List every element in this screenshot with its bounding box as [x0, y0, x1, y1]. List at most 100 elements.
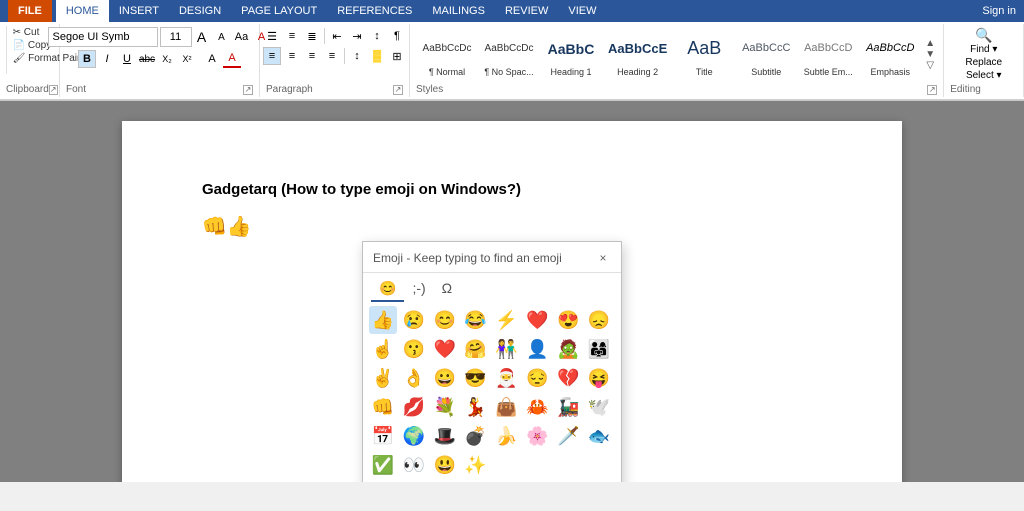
style-subtle-em[interactable]: AaBbCcD Subtle Em... [798, 28, 858, 80]
emoji-cell-42[interactable]: 😃 [431, 451, 459, 479]
review-tab[interactable]: REVIEW [495, 0, 558, 22]
font-shrink-button[interactable]: A [213, 28, 231, 46]
emoji-cell-15[interactable]: 👨‍👩‍👧 [585, 335, 613, 363]
emoji-cell-27[interactable]: 💃 [462, 393, 490, 421]
increase-indent-button[interactable]: ⇥ [348, 27, 366, 45]
style-heading2[interactable]: AaBbCcE Heading 2 [603, 28, 672, 80]
emoji-cell-0[interactable]: 👍 [369, 306, 397, 334]
emoji-cell-19[interactable]: 😎 [462, 364, 490, 392]
style-subtitle[interactable]: AaBbCcC Subtitle [736, 28, 796, 80]
font-name-input[interactable] [48, 27, 158, 47]
line-spacing-button[interactable]: ↕ [348, 47, 366, 65]
shading-button[interactable]: ▓ [368, 47, 386, 65]
emoji-cell-36[interactable]: 🍌 [493, 422, 521, 450]
superscript-button[interactable]: X² [178, 50, 196, 68]
show-marks-button[interactable]: ¶ [388, 27, 406, 45]
emoji-cell-8[interactable]: ☝️ [369, 335, 397, 363]
select-button[interactable]: Select ▾ [962, 69, 1005, 82]
emoji-tab-smiley[interactable]: 😊 [371, 277, 404, 302]
style-no-space[interactable]: AaBbCcDc ¶ No Spac... [479, 28, 539, 80]
style-emphasis[interactable]: AaBbCcD Emphasis [860, 28, 920, 80]
paste-button[interactable]: 📋 Paste [0, 26, 7, 74]
sort-button[interactable]: ↕ [368, 27, 386, 45]
emoji-cell-1[interactable]: 😢 [400, 306, 428, 334]
emoji-cell-30[interactable]: 🚂 [554, 393, 582, 421]
highlight-color-button[interactable]: A [203, 50, 221, 68]
find-button[interactable]: 🔍 Find ▾ [962, 26, 1005, 56]
emoji-cell-28[interactable]: 👜 [493, 393, 521, 421]
emoji-cell-41[interactable]: 👀 [400, 451, 428, 479]
emoji-tab-symbols[interactable]: Ω [434, 277, 460, 302]
font-color-button[interactable]: A [223, 50, 241, 68]
emoji-cell-16[interactable]: ✌️ [369, 364, 397, 392]
mailings-tab[interactable]: MAILINGS [422, 0, 495, 22]
emoji-cell-4[interactable]: ⚡ [493, 306, 521, 334]
emoji-cell-7[interactable]: 😞 [585, 306, 613, 334]
borders-button[interactable]: ⊞ [388, 47, 406, 65]
numbering-button[interactable]: ≡ [283, 27, 301, 45]
underline-button[interactable]: U [118, 50, 136, 68]
emoji-cell-29[interactable]: 🦀 [523, 393, 551, 421]
styles-more-button[interactable]: ▽ [923, 60, 937, 71]
emoji-cell-40[interactable]: ✅ [369, 451, 397, 479]
font-expand[interactable]: ↗ [243, 85, 253, 95]
emoji-cell-32[interactable]: 📅 [369, 422, 397, 450]
emoji-cell-17[interactable]: 👌 [400, 364, 428, 392]
references-tab[interactable]: REFERENCES [327, 0, 422, 22]
change-case-button[interactable]: Aa [233, 28, 251, 46]
emoji-cell-23[interactable]: 😝 [585, 364, 613, 392]
font-grow-button[interactable]: A [193, 28, 211, 46]
multilevel-list-button[interactable]: ≣ [303, 27, 321, 45]
styles-scroll-up[interactable]: ▲ [923, 38, 937, 49]
emoji-cell-25[interactable]: 💋 [400, 393, 428, 421]
emoji-cell-10[interactable]: ❤️ [431, 335, 459, 363]
align-center-button[interactable]: ≡ [283, 47, 301, 65]
paragraph-expand[interactable]: ↗ [393, 85, 403, 95]
emoji-cell-5[interactable]: ❤️ [523, 306, 551, 334]
bold-button[interactable]: B [78, 50, 96, 68]
style-heading1[interactable]: AaBbC Heading 1 [541, 28, 601, 80]
emoji-cell-2[interactable]: 😊 [431, 306, 459, 334]
emoji-cell-24[interactable]: 👊 [369, 393, 397, 421]
emoji-cell-6[interactable]: 😍 [554, 306, 582, 334]
align-right-button[interactable]: ≡ [303, 47, 321, 65]
emoji-cell-13[interactable]: 👤 [523, 335, 551, 363]
emoji-picker-close-button[interactable]: × [595, 250, 611, 266]
decrease-indent-button[interactable]: ⇤ [328, 27, 346, 45]
emoji-cell-26[interactable]: 💐 [431, 393, 459, 421]
sign-in[interactable]: Sign in [982, 5, 1016, 17]
home-tab[interactable]: HOME [56, 0, 109, 22]
emoji-cell-31[interactable]: 🕊️ [585, 393, 613, 421]
clipboard-expand[interactable]: ↗ [49, 85, 58, 95]
emoji-cell-33[interactable]: 🌍 [400, 422, 428, 450]
styles-scroll-down[interactable]: ▼ [923, 49, 937, 60]
emoji-cell-14[interactable]: 🧟 [554, 335, 582, 363]
replace-button[interactable]: Replace [962, 56, 1005, 69]
emoji-cell-11[interactable]: 🤗 [462, 335, 490, 363]
styles-expand[interactable]: ↗ [927, 85, 937, 95]
emoji-cell-43[interactable]: ✨ [462, 451, 490, 479]
insert-tab[interactable]: INSERT [109, 0, 169, 22]
emoji-cell-20[interactable]: 🎅 [493, 364, 521, 392]
emoji-cell-34[interactable]: 🎩 [431, 422, 459, 450]
emoji-cell-38[interactable]: 🗡️ [554, 422, 582, 450]
emoji-cell-9[interactable]: 😗 [400, 335, 428, 363]
emoji-tab-emoticon[interactable]: ;-) [404, 277, 433, 302]
align-left-button[interactable]: ≡ [263, 47, 281, 65]
emoji-cell-18[interactable]: 😀 [431, 364, 459, 392]
font-size-input[interactable] [160, 27, 192, 47]
view-tab[interactable]: VIEW [558, 0, 606, 22]
style-title[interactable]: AaB Title [674, 28, 734, 80]
file-tab[interactable]: FILE [8, 0, 52, 22]
bullets-button[interactable]: ☰ [263, 27, 281, 45]
style-normal[interactable]: AaBbCcDc ¶ Normal [417, 28, 477, 80]
emoji-cell-3[interactable]: 😂 [462, 306, 490, 334]
justify-button[interactable]: ≡ [323, 47, 341, 65]
emoji-cell-35[interactable]: 💣 [462, 422, 490, 450]
emoji-cell-21[interactable]: 😔 [523, 364, 551, 392]
page-layout-tab[interactable]: PAGE LAYOUT [231, 0, 327, 22]
subscript-button[interactable]: X₂ [158, 50, 176, 68]
emoji-cell-37[interactable]: 🌸 [523, 422, 551, 450]
italic-button[interactable]: I [98, 50, 116, 68]
emoji-cell-39[interactable]: 🐟 [585, 422, 613, 450]
